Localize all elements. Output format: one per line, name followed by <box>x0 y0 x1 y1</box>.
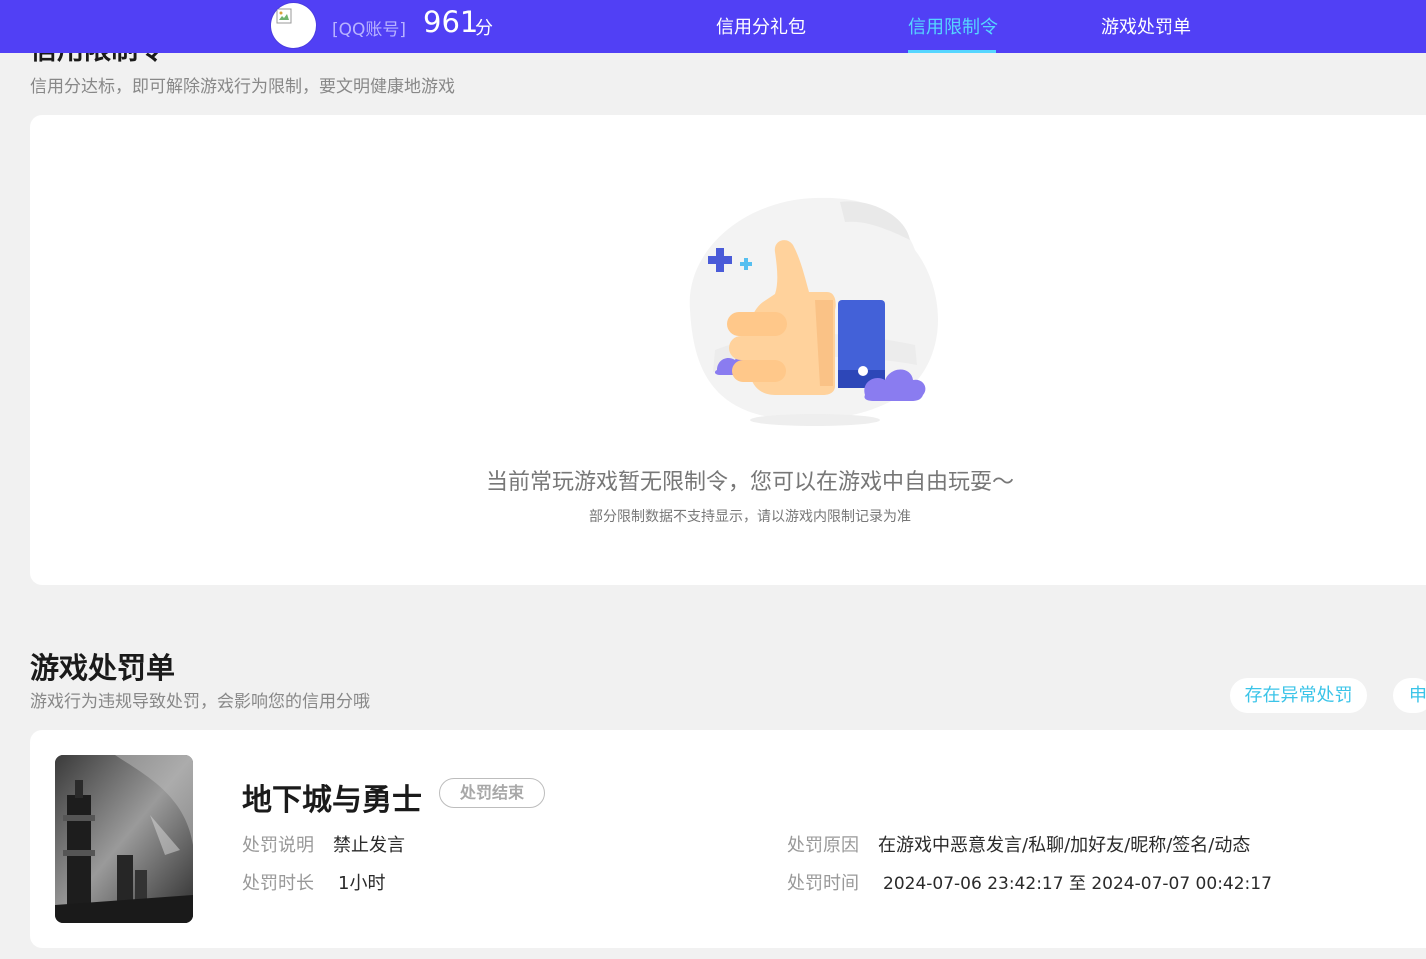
thumbs-up-illustration <box>689 197 938 426</box>
status-badge: 处罚结束 <box>439 778 545 808</box>
penalty-duration-value: 1小时 <box>338 873 386 894</box>
game-cover-image <box>55 755 193 923</box>
penalty-reason-label: 处罚原因 <box>787 835 859 856</box>
empty-state-note: 部分限制数据不支持显示，请以游戏内限制记录为准 <box>589 509 911 525</box>
penalty-record-card: 地下城与勇士 处罚结束 处罚说明 禁止发言 处罚原因 在游戏中恶意发言/私聊/加… <box>30 730 1426 948</box>
broken-image-icon <box>276 8 292 24</box>
tab-credit-restriction[interactable]: 信用限制令 <box>908 13 998 39</box>
abnormal-penalty-button[interactable]: 存在异常处罚 <box>1230 678 1367 713</box>
penalty-section-subtitle: 游戏行为违规导致处罚，会影响您的信用分哦 <box>30 692 370 712</box>
user-avatar[interactable] <box>271 3 316 48</box>
top-nav-bar: [QQ账号] 961 分 信用分礼包 信用限制令 游戏处罚单 <box>0 0 1426 53</box>
credit-score-unit: 分 <box>475 18 493 39</box>
restriction-empty-card: 当前常玩游戏暂无限制令，您可以在游戏中自由玩耍～ 部分限制数据不支持显示，请以游… <box>30 115 1426 585</box>
game-name: 地下城与勇士 <box>242 783 422 818</box>
penalty-time-label: 处罚时间 <box>787 873 859 894</box>
account-type-label: [QQ账号] <box>332 20 407 40</box>
penalty-desc-label: 处罚说明 <box>242 835 314 856</box>
penalty-section-title: 游戏处罚单 <box>30 651 176 685</box>
appeal-button[interactable]: 申 <box>1393 678 1426 713</box>
game-artwork-icon <box>55 755 193 923</box>
penalty-duration-label: 处罚时长 <box>242 873 314 894</box>
penalty-time-value: 2024-07-06 23:42:17 至 2024-07-07 00:42:1… <box>883 874 1272 894</box>
tab-credit-gift[interactable]: 信用分礼包 <box>716 13 806 39</box>
restriction-section-subtitle: 信用分达标，即可解除游戏行为限制，要文明健康地游戏 <box>30 77 455 97</box>
penalty-desc-value: 禁止发言 <box>333 835 405 856</box>
empty-state-message: 当前常玩游戏暂无限制令，您可以在游戏中自由玩耍～ <box>485 470 1014 495</box>
penalty-reason-value: 在游戏中恶意发言/私聊/加好友/昵称/签名/动态 <box>878 835 1251 856</box>
tab-game-penalty[interactable]: 游戏处罚单 <box>1101 13 1191 39</box>
credit-score-value: 961 <box>423 5 479 39</box>
active-tab-indicator <box>908 50 996 53</box>
